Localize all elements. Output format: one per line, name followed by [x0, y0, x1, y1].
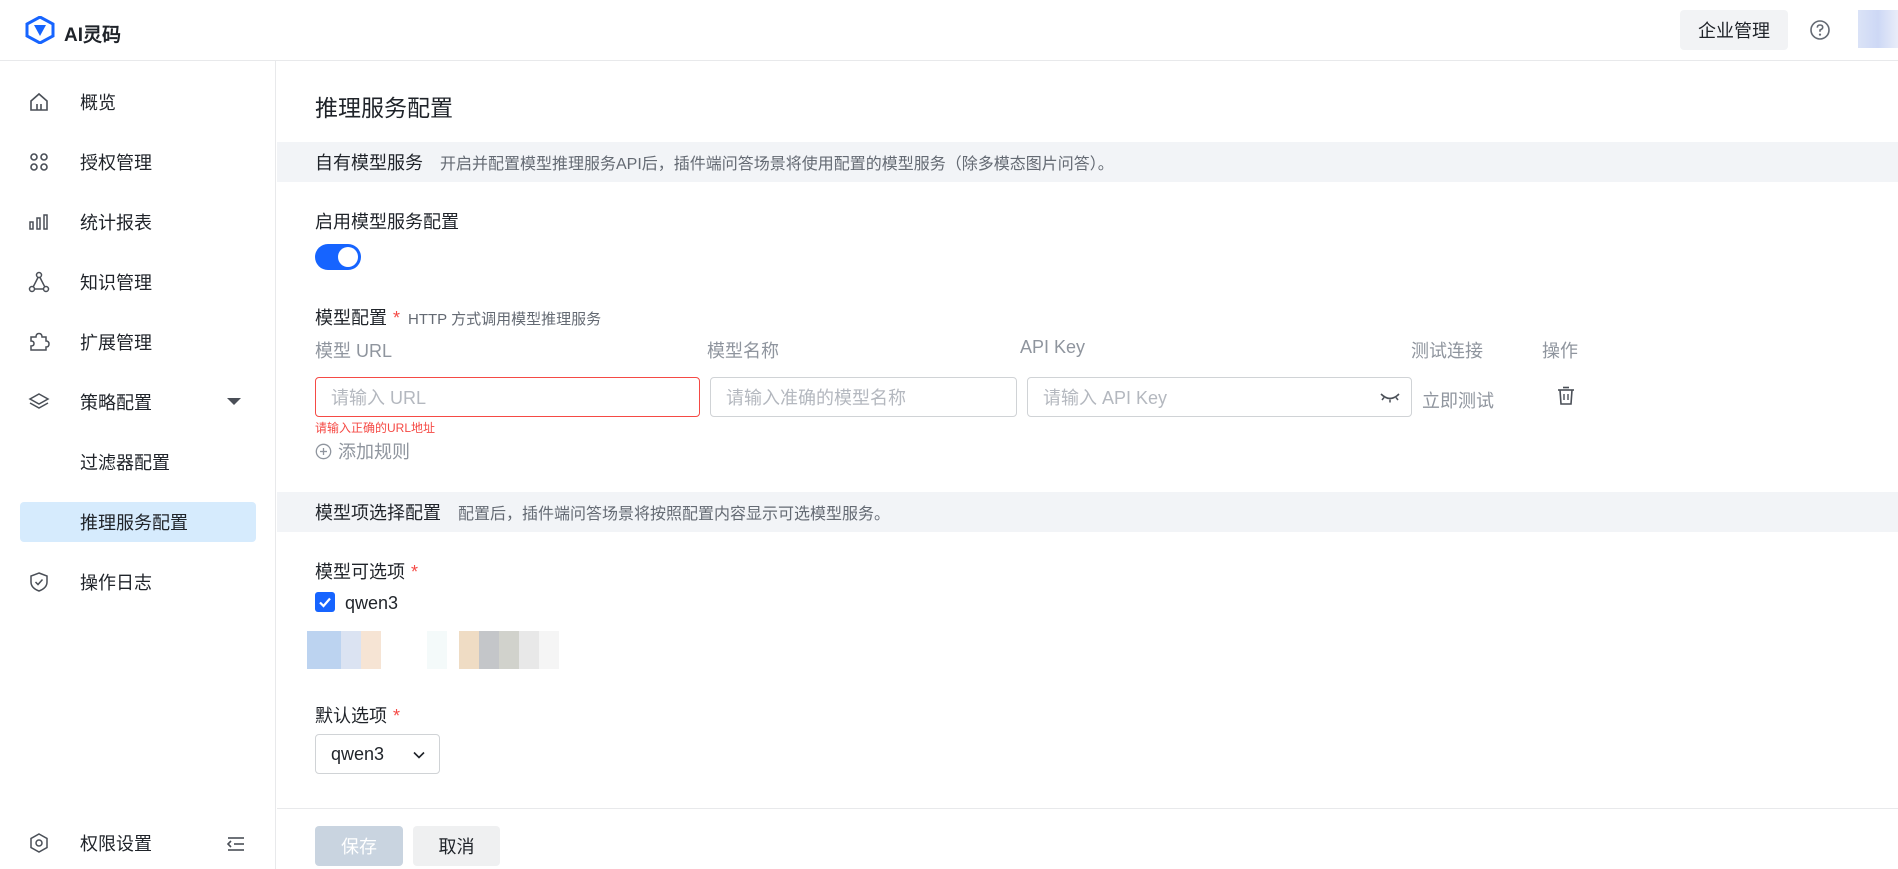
sidebar-item-operation-log[interactable]: 操作日志: [20, 562, 256, 602]
main-content: 推理服务配置 自有模型服务 开启并配置模型推理服务API后，插件端问答场景将使用…: [277, 61, 1898, 869]
option-checkbox-qwen3[interactable]: [315, 592, 335, 612]
share-nodes-icon: [28, 271, 50, 293]
own-model-section-header: 自有模型服务 开启并配置模型推理服务API后，插件端问答场景将使用配置的模型服务…: [277, 142, 1898, 182]
model-config-label-text: 模型配置: [315, 308, 387, 328]
api-key-input[interactable]: 请输入 API Key: [1027, 377, 1412, 417]
sidebar: 概览 授权管理 统计报表 知识管理 扩展管理 策略配置 过滤器配置 推理服务配置…: [0, 61, 276, 869]
avatar[interactable]: [1858, 10, 1898, 48]
sidebar-item-filter-config[interactable]: 过滤器配置: [20, 442, 256, 482]
home-icon: [30, 92, 48, 111]
collapse-sidebar-icon[interactable]: [224, 833, 246, 855]
model-url-input[interactable]: 请输入 URL: [315, 377, 700, 417]
model-options-label-text: 模型可选项: [315, 562, 405, 582]
sidebar-item-label: 扩展管理: [80, 333, 152, 353]
page-title: 推理服务配置: [315, 95, 453, 121]
form-footer: 保存 取消: [277, 808, 1898, 869]
sidebar-item-label: 过滤器配置: [80, 453, 170, 473]
section-description: 配置后，插件端问答场景将按照配置内容显示可选模型服务。: [458, 506, 891, 523]
sidebar-item-label: 概览: [80, 93, 116, 113]
bar-chart-icon: [29, 214, 48, 230]
required-mark: *: [393, 308, 401, 328]
section-title: 自有模型服务: [315, 153, 423, 173]
default-option-select[interactable]: qwen3: [315, 734, 440, 774]
settings-hex-icon: [30, 833, 48, 853]
help-circle-icon[interactable]: [1809, 19, 1831, 41]
default-option-label: 默认选项 *: [315, 702, 400, 728]
blurred-content: [307, 631, 567, 669]
section-description: 开启并配置模型推理服务API后，插件端问答场景将使用配置的模型服务（除多模态图片…: [440, 156, 1114, 173]
api-key-placeholder: 请输入 API Key: [1043, 388, 1168, 408]
logo-icon: [25, 16, 55, 44]
column-header-model-name: 模型名称: [707, 341, 779, 361]
sidebar-item-label: 授权管理: [80, 153, 152, 173]
plus-circle-icon: [315, 443, 332, 459]
shield-check-icon: [30, 572, 48, 592]
grid-dots-icon: [30, 153, 48, 171]
cancel-button[interactable]: 取消: [413, 826, 500, 866]
sidebar-item-authorization[interactable]: 授权管理: [20, 142, 256, 182]
column-header-url: 模型 URL: [315, 341, 393, 361]
sidebar-item-label: 操作日志: [80, 573, 152, 593]
app-name: AI灵码: [64, 25, 122, 46]
save-button[interactable]: 保存: [315, 826, 403, 866]
enable-service-label: 启用模型服务配置: [315, 212, 459, 232]
chevron-down-icon: [413, 751, 425, 759]
sidebar-item-policy[interactable]: 策略配置: [20, 382, 256, 422]
sidebar-item-label: 统计报表: [80, 213, 152, 233]
option-label: qwen3: [345, 593, 399, 613]
model-options-section-header: 模型项选择配置 配置后，插件端问答场景将按照配置内容显示可选模型服务。: [277, 492, 1898, 532]
default-option-value: qwen3: [331, 743, 385, 764]
chevron-down-icon: [227, 398, 241, 405]
toggle-knob: [338, 247, 358, 267]
column-header-api-key: API Key: [1020, 337, 1086, 357]
sidebar-item-knowledge[interactable]: 知识管理: [20, 262, 256, 302]
model-name-placeholder: 请输入准确的模型名称: [726, 388, 906, 408]
default-option-label-text: 默认选项: [315, 706, 387, 726]
model-config-hint: HTTP 方式调用模型推理服务: [408, 311, 602, 328]
sidebar-item-statistics[interactable]: 统计报表: [20, 202, 256, 242]
enterprise-management-button[interactable]: 企业管理: [1680, 10, 1788, 50]
required-mark: *: [393, 706, 401, 726]
url-placeholder: 请输入 URL: [331, 388, 427, 408]
delete-icon[interactable]: [1555, 385, 1577, 407]
model-name-input[interactable]: 请输入准确的模型名称: [710, 377, 1017, 417]
model-options-label: 模型可选项 *: [315, 558, 418, 584]
enable-service-toggle[interactable]: [315, 244, 361, 270]
test-connection-link[interactable]: 立即测试: [1422, 387, 1494, 413]
sidebar-item-label: 推理服务配置: [80, 513, 188, 533]
sidebar-item-permission-settings[interactable]: 权限设置: [20, 823, 256, 863]
column-header-action: 操作: [1542, 341, 1578, 361]
sidebar-item-extensions[interactable]: 扩展管理: [20, 322, 256, 362]
puzzle-icon: [30, 332, 50, 351]
sidebar-item-label: 权限设置: [80, 834, 152, 854]
add-rule-button[interactable]: 添加规则: [315, 438, 410, 464]
sidebar-item-overview[interactable]: 概览: [20, 82, 256, 122]
url-error-message: 请输入正确的URL地址: [315, 421, 436, 435]
sidebar-item-inference-config[interactable]: 推理服务配置: [20, 502, 256, 542]
eye-closed-icon[interactable]: [1379, 389, 1401, 405]
sidebar-item-label: 策略配置: [80, 393, 152, 413]
top-header: AI灵码 企业管理: [0, 0, 1898, 61]
section-title: 模型项选择配置: [315, 503, 441, 523]
add-rule-label: 添加规则: [338, 442, 410, 462]
check-icon: [319, 597, 331, 608]
column-header-test: 测试连接: [1411, 341, 1483, 361]
sidebar-item-label: 知识管理: [80, 273, 152, 293]
model-config-label: 模型配置 * HTTP 方式调用模型推理服务: [315, 304, 601, 330]
required-mark: *: [411, 562, 419, 582]
layers-icon: [28, 393, 50, 409]
